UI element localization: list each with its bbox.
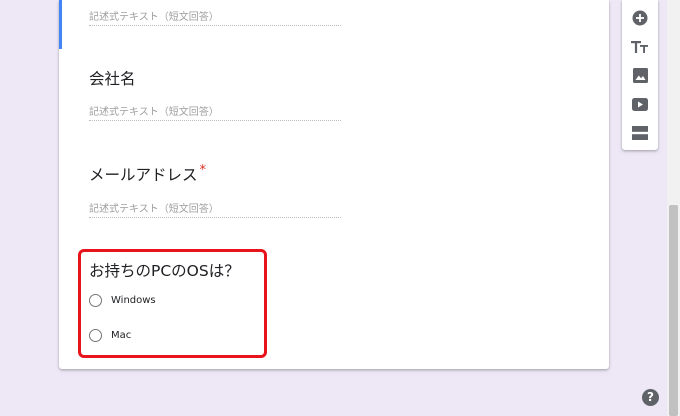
short-answer-field[interactable]: 記述式テキスト（短文回答） [89,200,341,218]
question-title-text: メールアドレス [89,166,198,184]
active-question-indicator [59,0,62,49]
highlight-annotation-box [78,249,267,358]
question-title-email: メールアドレス * [89,163,206,185]
short-answer-field[interactable]: 記述式テキスト（短文回答） [89,103,341,121]
short-answer-field[interactable]: 記述式テキスト（短文回答） [89,8,341,26]
question-title-company: 会社名 [89,70,136,88]
scrollbar[interactable] [667,0,680,416]
add-image-button[interactable] [622,64,658,86]
floating-toolbar [622,0,658,150]
add-question-button[interactable] [622,7,658,29]
add-question-icon [632,10,648,26]
add-section-icon [632,126,648,140]
help-icon[interactable]: ? [642,389,659,406]
add-video-button[interactable] [622,93,658,115]
add-title-button[interactable] [622,36,658,58]
add-section-button[interactable] [622,122,658,144]
add-image-icon [632,67,648,83]
scrollbar-thumb[interactable] [669,205,678,416]
add-title-icon [631,41,648,53]
required-asterisk: * [199,163,207,178]
add-video-icon [632,97,648,111]
